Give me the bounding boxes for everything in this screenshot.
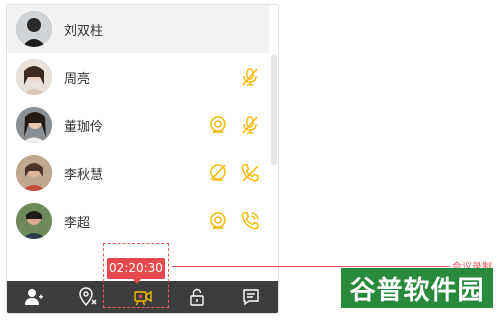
watermark-text: 谷普软件园 — [349, 275, 485, 306]
location-cancel-icon — [78, 287, 98, 307]
participant-row[interactable]: 董珈伶 — [7, 101, 269, 149]
participant-name: 李秋慧 — [64, 167, 104, 183]
watermark-logo: 谷普软件园 — [341, 268, 493, 308]
phone-ringing-icon[interactable] — [239, 210, 261, 232]
avatar — [16, 59, 52, 95]
participant-list: 刘双柱 周亮 董珈伶 李秋慧 李超 — [7, 5, 278, 281]
avatar — [16, 155, 52, 191]
mic-muted-icon[interactable] — [239, 66, 261, 88]
avatar — [16, 107, 52, 143]
participant-name: 李超 — [64, 215, 91, 231]
scrollbar-thumb[interactable] — [271, 55, 277, 165]
participant-row[interactable]: 李超 — [7, 197, 269, 245]
chat-icon — [241, 287, 261, 307]
add-user-icon — [24, 287, 44, 307]
avatar — [16, 11, 52, 47]
unlock-icon — [187, 287, 207, 307]
add-user-button[interactable] — [7, 281, 61, 313]
chat-button[interactable] — [224, 281, 278, 313]
participant-name: 周亮 — [64, 71, 91, 87]
unlock-button[interactable] — [170, 281, 224, 313]
participant-row[interactable]: 刘双柱 — [7, 5, 269, 53]
participant-name: 董珈伶 — [64, 119, 104, 135]
participant-row[interactable]: 周亮 — [7, 53, 269, 101]
mic-muted-icon[interactable] — [239, 114, 261, 136]
camera-icon[interactable] — [207, 210, 229, 232]
annotation-line — [172, 266, 450, 267]
participant-name: 刘双柱 — [64, 23, 104, 39]
camera-icon[interactable] — [207, 114, 229, 136]
participant-row[interactable]: 李秋慧 — [7, 149, 269, 197]
camera-off-icon[interactable] — [207, 162, 229, 184]
avatar — [16, 203, 52, 239]
recording-timer: 02:20:30 — [107, 258, 165, 284]
phone-off-icon[interactable] — [239, 162, 261, 184]
